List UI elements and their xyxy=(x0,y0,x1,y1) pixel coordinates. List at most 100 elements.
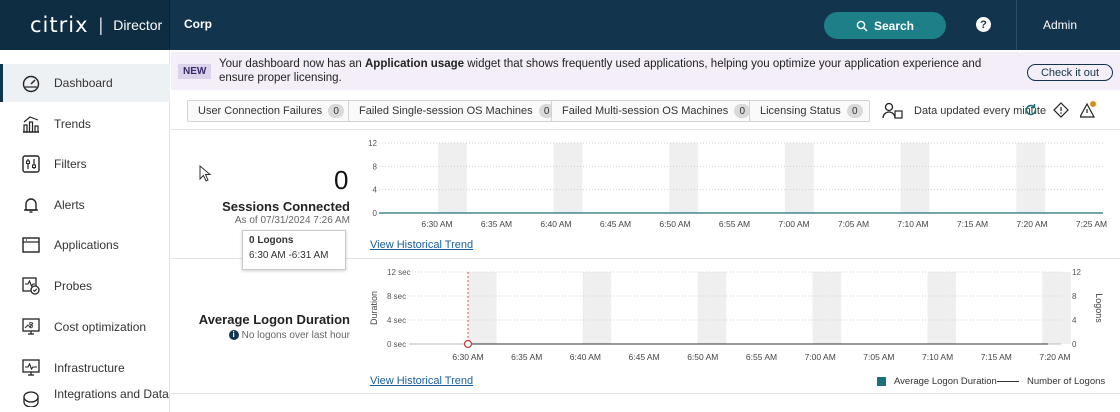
integrations-icon xyxy=(20,387,42,407)
sidebar-item-alerts[interactable]: Alerts xyxy=(0,186,170,224)
tooltip-range: 6:30 AM -6:31 AM xyxy=(249,250,329,261)
search-label: Search xyxy=(873,18,915,33)
x-tick-label: 7:10 AM xyxy=(922,352,953,362)
chart-band xyxy=(467,272,497,344)
status-label: Failed Single-session OS Machines xyxy=(359,105,533,117)
chart-band xyxy=(1042,272,1071,344)
y-tick-label: 0 sec xyxy=(387,340,406,349)
banner-text-start: Your dashboard now has an xyxy=(219,58,365,70)
y-tick-label: 12 sec xyxy=(387,268,411,277)
sidebar-item-applications[interactable]: Applications xyxy=(0,226,170,264)
legend-label: Number of Logons xyxy=(1027,376,1106,387)
chart-band xyxy=(582,272,612,344)
chart-tooltip: 0 Logons 6:30 AM -6:31 AM xyxy=(242,230,346,270)
banner-text-bold: Application usage xyxy=(365,58,465,70)
sidebar-item-infrastructure[interactable]: Infrastructure xyxy=(0,349,170,387)
chart-band xyxy=(669,143,699,213)
x-tick-label: 6:35 AM xyxy=(481,219,512,229)
chart-band xyxy=(697,272,727,344)
dashboard-icon xyxy=(20,73,42,93)
chart-band xyxy=(900,143,930,213)
sidebar-item-dashboard[interactable]: Dashboard xyxy=(0,64,170,102)
diamond-alert-icon[interactable] xyxy=(1053,102,1069,118)
legend-avg-logon: Average Logon Duration xyxy=(877,376,997,387)
probes-icon xyxy=(20,276,42,296)
chart-band xyxy=(553,143,583,213)
y2-tick-label: 8 xyxy=(1072,292,1077,301)
sidebar-item-integrations[interactable]: Integrations and Data xyxy=(0,384,170,412)
x-tick-label: 7:20 AM xyxy=(1039,352,1070,362)
x-tick-label: 7:00 AM xyxy=(805,352,836,362)
sidebar-item-label: Filters xyxy=(54,157,87,171)
sidebar-item-label: Cost optimization xyxy=(54,320,147,334)
sidebar-item-trends[interactable]: Trends xyxy=(0,105,170,143)
citrix-logo: citrix xyxy=(30,13,89,37)
y-tick-label: 8 xyxy=(373,162,378,171)
check-it-out-button[interactable]: Check it out xyxy=(1027,64,1113,81)
y-tick-label: 0 xyxy=(373,209,378,218)
y2-tick-label: 0 xyxy=(1072,340,1077,349)
sidebar-item-label: Applications xyxy=(54,238,119,252)
x-tick-label: 7:05 AM xyxy=(863,352,894,362)
y-tick-label: 8 sec xyxy=(387,292,406,301)
status-label: User Connection Failures xyxy=(198,105,323,117)
x-tick-label: 7:05 AM xyxy=(838,219,869,229)
tooltip-title: 0 Logons xyxy=(249,235,294,246)
x-tick-label: 6:40 AM xyxy=(540,219,571,229)
help-icon[interactable]: ? xyxy=(976,17,991,32)
banner-message: Your dashboard now has an Application us… xyxy=(219,57,1019,85)
view-historical-trend-link[interactable]: View Historical Trend xyxy=(370,239,473,251)
chart-band xyxy=(812,272,842,344)
new-badge: NEW xyxy=(178,64,212,79)
bell-icon xyxy=(20,195,42,215)
logon-duration-panel: Average Logon Duration i No logons over l… xyxy=(171,260,1120,394)
x-tick-label: 6:30 AM xyxy=(421,219,452,229)
chart-band xyxy=(437,143,467,213)
sidebar-item-cost-optimization[interactable]: $ Cost optimization xyxy=(0,308,170,346)
x-tick-label: 6:40 AM xyxy=(570,352,601,362)
sidebar-item-label: Integrations and Data xyxy=(54,387,169,401)
legend-number-logons: Number of Logons xyxy=(997,376,1105,387)
y-tick-label: 4 sec xyxy=(387,316,406,325)
product-name: Director xyxy=(113,17,163,33)
x-tick-label: 6:55 AM xyxy=(746,352,777,362)
warning-icon[interactable] xyxy=(1080,101,1096,119)
hover-point xyxy=(463,339,473,349)
cost-icon: $ xyxy=(20,317,42,337)
trends-icon xyxy=(20,114,42,134)
x-tick-label: 6:45 AM xyxy=(629,352,660,362)
legend-label: Average Logon Duration xyxy=(894,376,997,387)
applications-icon xyxy=(20,235,42,255)
x-tick-label: 7:15 AM xyxy=(957,219,988,229)
x-tick-label: 7:15 AM xyxy=(981,352,1012,362)
refresh-icon[interactable] xyxy=(1024,103,1038,117)
legend-swatch xyxy=(877,377,886,386)
search-button[interactable]: Search xyxy=(824,12,946,39)
x-tick-label: 6:50 AM xyxy=(687,352,718,362)
site-name: Corp xyxy=(184,17,212,31)
infrastructure-icon xyxy=(20,358,42,378)
sidebar-item-label: Probes xyxy=(54,279,93,293)
sidebar-item-filters[interactable]: Filters xyxy=(0,145,170,183)
sidebar: Dashboard Trends Filters Alerts Applicat… xyxy=(0,50,170,412)
x-tick-label: 6:55 AM xyxy=(719,219,750,229)
y2-tick-label: 12 xyxy=(1072,268,1081,277)
y2-tick-label: 4 xyxy=(1072,316,1077,325)
logon-chart: 12 sec 8 sec 4 sec 0 sec 12 8 4 0 Duration Logons… xyxy=(369,268,1104,362)
status-label: Failed Multi-session OS Machines xyxy=(562,105,729,117)
view-historical-trend-link-2[interactable]: View Historical Trend xyxy=(370,375,473,387)
status-count: 0 xyxy=(734,104,751,118)
status-licensing[interactable]: Licensing Status 0 xyxy=(749,100,870,122)
user-menu[interactable]: Admin xyxy=(1016,0,1120,50)
chart-band xyxy=(784,143,814,213)
status-failed-multi-session[interactable]: Failed Multi-session OS Machines 0 xyxy=(551,100,758,122)
status-count: 0 xyxy=(846,104,863,118)
sidebar-item-probes[interactable]: Probes xyxy=(0,267,170,305)
status-failed-single-session[interactable]: Failed Single-session OS Machines 0 xyxy=(348,100,562,122)
brand-separator: | xyxy=(98,14,104,35)
x-tick-label: 6:45 AM xyxy=(600,219,631,229)
user-group-icon[interactable] xyxy=(882,102,904,120)
x-tick-label: 6:50 AM xyxy=(659,219,690,229)
status-user-connection-failures[interactable]: User Connection Failures 0 xyxy=(187,100,352,122)
brand[interactable]: citrix | Director xyxy=(0,0,170,50)
